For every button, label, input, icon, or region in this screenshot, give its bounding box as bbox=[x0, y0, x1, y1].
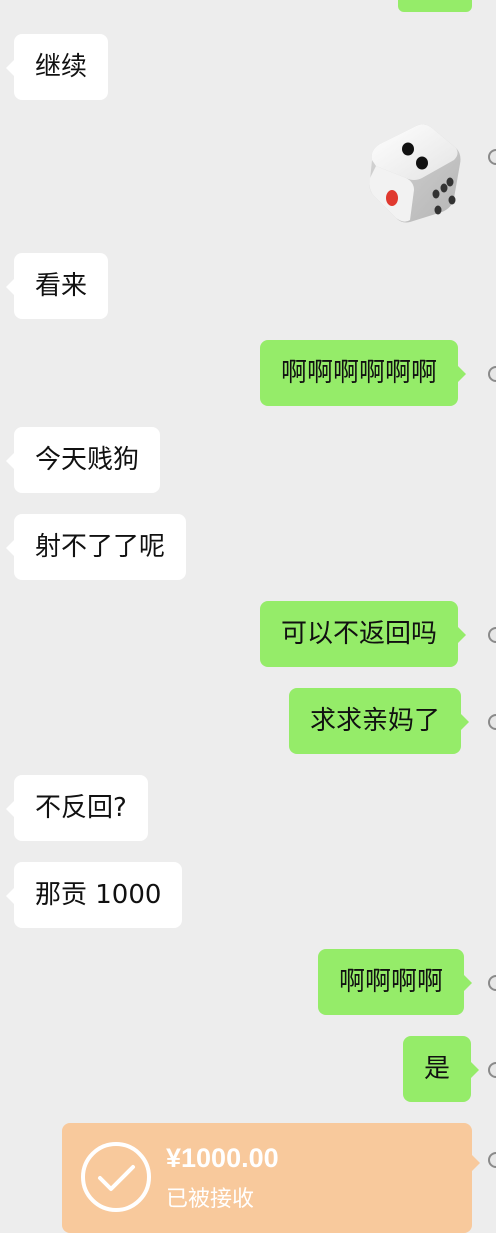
outgoing-message-bubble[interactable]: 啊啊啊啊 bbox=[318, 949, 473, 1015]
sender-avatar[interactable] bbox=[488, 627, 496, 643]
message-text: 不反回? bbox=[35, 793, 127, 823]
check-circle-icon bbox=[81, 1142, 151, 1212]
message-text: 今天贱狗 bbox=[35, 445, 140, 475]
outgoing-message-bubble[interactable]: 可以不返回吗 bbox=[260, 601, 467, 667]
transfer-amount: ¥1000.00 bbox=[166, 1143, 279, 1173]
outgoing-message-bubble[interactable]: 求求亲妈了 bbox=[289, 688, 470, 754]
sender-avatar[interactable] bbox=[488, 714, 496, 730]
incoming-message-bubble[interactable]: 那贡 1000 bbox=[5, 862, 183, 928]
sender-avatar[interactable] bbox=[488, 366, 496, 382]
outgoing-message-bubble[interactable]: 是 bbox=[403, 1036, 480, 1102]
incoming-message-bubble[interactable]: 继续 bbox=[5, 34, 109, 100]
dice-icon[interactable] bbox=[364, 120, 464, 224]
message-text: 求求亲妈了 bbox=[310, 706, 441, 736]
message-text: 啊啊啊啊 bbox=[339, 967, 444, 997]
message-text: 看来 bbox=[35, 271, 88, 301]
message-text: 是 bbox=[424, 1054, 451, 1084]
sender-avatar[interactable] bbox=[488, 1062, 496, 1078]
incoming-message-bubble[interactable]: 射不了了呢 bbox=[5, 514, 187, 580]
incoming-message-bubble[interactable]: 今天贱狗 bbox=[5, 427, 161, 493]
transfer-status: 已被接收 bbox=[166, 1187, 255, 1212]
sender-avatar[interactable] bbox=[488, 975, 496, 991]
message-text: 继续 bbox=[35, 52, 88, 82]
incoming-message-bubble[interactable]: 看来 bbox=[5, 253, 109, 319]
message-text: 射不了了呢 bbox=[35, 532, 166, 562]
message-text: 那贡 1000 bbox=[35, 880, 162, 910]
outgoing-message-bubble[interactable]: 啊啊啊啊啊啊 bbox=[260, 340, 467, 406]
message-text: 可以不返回吗 bbox=[281, 619, 438, 649]
previous-outgoing-bubble[interactable] bbox=[398, 0, 472, 12]
transfer-card[interactable]: ¥1000.00 已被接收 bbox=[62, 1123, 480, 1233]
incoming-message-bubble[interactable]: 不反回? bbox=[6, 775, 148, 841]
sender-avatar[interactable] bbox=[488, 1152, 496, 1168]
sender-avatar[interactable] bbox=[488, 149, 496, 165]
message-text: 啊啊啊啊啊啊 bbox=[281, 358, 438, 388]
